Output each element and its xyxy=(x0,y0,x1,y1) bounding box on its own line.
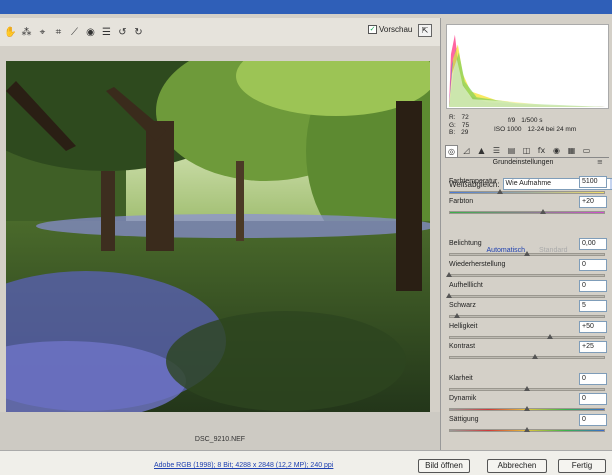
slider-thumb[interactable] xyxy=(524,386,530,391)
slider-label: Dynamik xyxy=(449,395,477,402)
tab-basic[interactable]: ◎ xyxy=(445,144,458,157)
section-title: Grundeinstellungen xyxy=(492,159,554,166)
rotate-left-icon[interactable]: ↺ xyxy=(116,26,129,39)
preview-label: Vorschau xyxy=(379,25,413,34)
slider-value-input[interactable]: 5100 xyxy=(579,176,607,188)
slider-thumb[interactable] xyxy=(497,189,504,194)
tab-lens[interactable]: ◫ xyxy=(520,145,533,157)
slider-value-input[interactable]: 5 xyxy=(579,300,607,312)
hand-icon[interactable]: ✋ xyxy=(4,26,17,39)
preview-checkbox[interactable]: ✓ Vorschau xyxy=(368,25,412,34)
b-label: B: xyxy=(449,129,456,136)
fullscreen-icon[interactable]: ⇱ xyxy=(418,24,432,37)
slider-track[interactable] xyxy=(449,191,605,194)
adjustment-panel: R: 72 G: 75 B: 29 f/9 1/500 s ISO 1000 12-24 … xyxy=(440,18,612,450)
camera-info: f/9 1/500 s ISO 1000 12-24 bei 24 mm xyxy=(494,116,576,134)
slider-label: Farbton xyxy=(449,198,474,205)
checkbox-box[interactable]: ✓ xyxy=(368,25,377,34)
b-value: 29 xyxy=(461,129,469,136)
tab-detail[interactable]: ▲ xyxy=(475,145,488,157)
slider-track[interactable] xyxy=(449,336,605,339)
slider-thumb[interactable] xyxy=(446,272,452,277)
tab-effects[interactable]: fx xyxy=(535,145,548,157)
color-sampler-icon[interactable]: ⌖ xyxy=(36,26,49,39)
slider-track[interactable] xyxy=(449,274,605,277)
slider-track[interactable] xyxy=(449,315,605,318)
slider-value-input[interactable]: 0 xyxy=(579,373,607,385)
slider-thumb[interactable] xyxy=(446,293,452,298)
slider-thumb[interactable] xyxy=(547,334,554,339)
tab-hsl[interactable]: ☰ xyxy=(490,145,503,157)
tab-tone-curve[interactable]: ◿ xyxy=(460,145,473,157)
preferences-icon[interactable]: ☰ xyxy=(100,26,113,39)
slider-value-input[interactable]: +20 xyxy=(579,196,607,208)
slider-thumb[interactable] xyxy=(453,313,460,318)
open-image-button[interactable]: Bild öffnen xyxy=(418,459,470,473)
slider-label: Sättigung xyxy=(449,416,479,423)
section-menu-icon[interactable]: ≡ xyxy=(597,158,603,166)
tab-presets[interactable]: ▦ xyxy=(565,145,578,157)
slider-label: Klarheit xyxy=(449,375,473,382)
rotate-right-icon[interactable]: ↻ xyxy=(132,26,145,39)
slider-track[interactable] xyxy=(449,211,605,214)
slider-label: Farbtemperatur xyxy=(449,178,498,185)
slider-value-input[interactable]: 0 xyxy=(579,280,607,292)
slider-label: Kontrast xyxy=(449,343,476,350)
shutter: 1/500 s xyxy=(521,117,543,124)
slider-thumb[interactable] xyxy=(524,406,530,411)
tab-snapshots[interactable]: ▭ xyxy=(580,145,593,157)
slider-value-input[interactable]: 0 xyxy=(579,259,607,271)
slider-label: Helligkeit xyxy=(449,323,478,330)
slider-thumb[interactable] xyxy=(524,251,530,256)
tab-camera-calibration[interactable]: ◉ xyxy=(550,145,563,157)
slider-thumb[interactable] xyxy=(531,354,538,359)
slider-thumb[interactable] xyxy=(539,209,546,214)
done-button[interactable]: Fertig xyxy=(558,459,606,473)
straighten-icon[interactable]: ⟋ xyxy=(68,26,81,39)
slider-thumb[interactable] xyxy=(524,427,530,432)
retouch-icon[interactable]: ◉ xyxy=(84,26,97,39)
slider-value-input[interactable]: +25 xyxy=(579,341,607,353)
slider-track[interactable] xyxy=(449,295,605,298)
rgb-readout: R: 72 G: 75 B: 29 xyxy=(449,114,469,137)
slider-label: Schwarz xyxy=(449,302,476,309)
workflow-options-link[interactable]: Adobe RGB (1998); 8 Bit; 4288 x 2848 (12… xyxy=(154,462,333,469)
image-preview[interactable] xyxy=(6,61,430,412)
white-balance-icon[interactable]: ⁂ xyxy=(20,26,33,39)
g-value: 75 xyxy=(461,121,470,129)
cancel-button[interactable]: Abbrechen xyxy=(487,459,547,473)
slider-value-input[interactable]: 0 xyxy=(579,393,607,405)
slider-value-input[interactable]: +50 xyxy=(579,321,607,333)
iso: ISO 1000 xyxy=(494,126,522,133)
panel-tabs: ◎ ◿ ▲ ☰ ▤ ◫ fx ◉ ▦ ▭ xyxy=(445,144,609,158)
crop-icon[interactable]: ⌗ xyxy=(52,26,65,39)
slider-value-input[interactable]: 0,00 xyxy=(579,238,607,250)
g-label: G: xyxy=(449,121,456,129)
title-bar xyxy=(0,0,612,14)
slider-value-input[interactable]: 0 xyxy=(579,414,607,426)
tab-split-toning[interactable]: ▤ xyxy=(505,145,518,157)
filename-bar xyxy=(0,412,440,450)
lens: 12-24 bei 24 mm xyxy=(527,126,577,133)
slider-track[interactable] xyxy=(449,356,605,359)
filename: DSC_9210.NEF xyxy=(194,436,246,443)
slider-label: Belichtung xyxy=(449,240,482,247)
slider-label: Aufhelllicht xyxy=(449,282,483,289)
r-value: 72 xyxy=(461,114,469,121)
r-label: R: xyxy=(449,114,456,121)
aperture: f/9 xyxy=(508,117,516,124)
slider-label: Wiederherstellung xyxy=(449,261,506,268)
histogram xyxy=(446,24,609,109)
photo xyxy=(6,61,430,412)
wb-value: Wie Aufnahme xyxy=(505,180,552,187)
